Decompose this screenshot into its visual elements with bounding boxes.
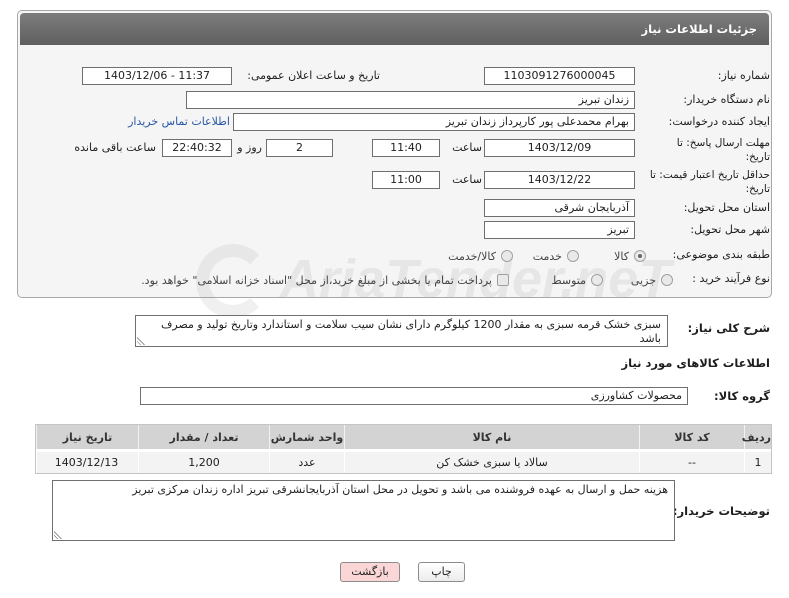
buyer-notes-label: توضیحات خریدار: (672, 504, 770, 518)
remaining-time-field[interactable]: 22:40:32 (162, 139, 232, 157)
col-header-unit: واحد شمارش (269, 425, 344, 449)
need-number-label: شماره نیاز: (717, 69, 770, 82)
purchase-process-label: نوع فرآیند خرید : (692, 272, 770, 285)
category-option-service[interactable]: خدمت (533, 249, 579, 263)
goods-group-field[interactable]: محصولات کشاورزی (140, 387, 688, 405)
radio-button[interactable] (661, 274, 673, 286)
requester-label: ایجاد کننده درخواست: (668, 115, 770, 128)
table-row: 1 -- سالاد یا سبزی خشک کن عدد 1,200 1403… (36, 449, 771, 473)
announce-datetime-field[interactable]: 1403/12/06 - 11:37 (82, 67, 232, 85)
category-option-goods[interactable]: کالا (614, 249, 646, 263)
response-deadline-time-label: ساعت (452, 141, 482, 154)
resize-grip-icon[interactable] (54, 530, 63, 539)
process-option-medium[interactable]: متوسط (551, 273, 603, 287)
treasury-payment-label: پرداخت تمام یا بخشی از مبلغ خرید،از محل … (141, 273, 492, 287)
goods-section-title: اطلاعات کالاهای مورد نیاز (621, 356, 770, 370)
category-option-label: کالا/خدمت (448, 249, 496, 263)
requester-field[interactable]: بهرام محمدعلی پور کارپرداز زندان تبریز (233, 113, 635, 131)
radio-button[interactable] (591, 274, 603, 286)
description-label: شرح کلی نیاز: (687, 321, 770, 335)
price-validity-time-field[interactable]: 11:00 (372, 171, 440, 189)
col-header-name: نام کالا (344, 425, 639, 449)
cell-row-number: 1 (744, 449, 771, 473)
response-deadline-label: مهلت ارسال پاسخ: تا تاریخ: (677, 136, 770, 164)
goods-group-label: گروه کالا: (714, 389, 770, 403)
panel-header: جزئیات اطلاعات نیاز (20, 13, 769, 45)
radio-button[interactable] (567, 250, 579, 262)
province-field[interactable]: آذربایجان شرقی (484, 199, 635, 217)
panel-title: جزئیات اطلاعات نیاز (641, 22, 757, 36)
col-header-need-date: تاریخ نیاز (36, 425, 138, 449)
checkbox[interactable] (497, 274, 509, 286)
treasury-payment-checkbox[interactable]: پرداخت تمام یا بخشی از مبلغ خرید،از محل … (141, 273, 509, 287)
response-deadline-date-field[interactable]: 1403/12/09 (484, 139, 635, 157)
resize-grip-icon[interactable] (137, 336, 146, 345)
print-button[interactable]: چاپ (418, 562, 465, 582)
price-validity-label-line2: تاریخ: (745, 183, 770, 195)
goods-table: ردیف کد کالا نام کالا واحد شمارش تعداد /… (35, 424, 772, 474)
province-label: استان محل تحویل: (683, 201, 770, 214)
price-validity-time-label: ساعت (452, 173, 482, 186)
remaining-days-label: روز و (237, 141, 262, 154)
price-validity-date-field[interactable]: 1403/12/22 (484, 171, 635, 189)
radio-button[interactable] (501, 250, 513, 262)
cell-code: -- (639, 449, 744, 473)
description-text: سبزی خشک قرمه سبزی به مقدار 1200 کیلوگرم… (160, 318, 661, 345)
cell-name: سالاد یا سبزی خشک کن (344, 449, 639, 473)
goods-table-header: ردیف کد کالا نام کالا واحد شمارش تعداد /… (36, 425, 771, 449)
response-deadline-time-field[interactable]: 11:40 (372, 139, 440, 157)
buyer-contact-link[interactable]: اطلاعات تماس خریدار (128, 115, 230, 129)
process-option-label: متوسط (551, 273, 586, 287)
price-validity-label-line1: حداقل تاریخ اعتبار قیمت: تا (649, 169, 770, 181)
city-field[interactable]: تبریز (484, 221, 635, 239)
remaining-days-field[interactable]: 2 (266, 139, 333, 157)
process-option-label: جزیی (630, 273, 656, 287)
buyer-notes-textarea[interactable]: هزینه حمل و ارسال به عهده فروشنده می باش… (52, 480, 675, 541)
buyer-notes-text: هزینه حمل و ارسال به عهده فروشنده می باش… (132, 483, 668, 496)
back-button[interactable]: بازگشت (340, 562, 400, 582)
response-deadline-label-line2: تاریخ: (745, 151, 770, 163)
radio-button[interactable] (634, 250, 646, 262)
col-header-quantity: تعداد / مقدار (138, 425, 269, 449)
announce-datetime-label: تاریخ و ساعت اعلان عمومی: (247, 69, 380, 82)
response-deadline-label-line1: مهلت ارسال پاسخ: تا (676, 137, 770, 149)
col-header-code: کد کالا (639, 425, 744, 449)
category-option-goods-service[interactable]: کالا/خدمت (448, 249, 513, 263)
cell-need-date: 1403/12/13 (36, 449, 138, 473)
category-option-label: خدمت (532, 249, 562, 263)
city-label: شهر محل تحویل: (690, 223, 770, 236)
buyer-org-label: نام دستگاه خریدار: (683, 93, 770, 106)
price-validity-label: حداقل تاریخ اعتبار قیمت: تا تاریخ: (650, 168, 770, 196)
category-label: طبقه بندی موضوعی: (672, 248, 770, 261)
category-option-label: کالا (614, 249, 629, 263)
process-option-minor[interactable]: جزیی (631, 273, 673, 287)
remaining-time-label: ساعت باقی مانده (74, 141, 156, 154)
cell-quantity: 1,200 (138, 449, 269, 473)
cell-unit: عدد (269, 449, 344, 473)
description-textarea[interactable]: سبزی خشک قرمه سبزی به مقدار 1200 کیلوگرم… (135, 315, 668, 347)
col-header-row-number: ردیف (742, 425, 771, 449)
buyer-org-field[interactable]: زندان تبریز (186, 91, 635, 109)
need-number-field[interactable]: 1103091276000045 (484, 67, 635, 85)
